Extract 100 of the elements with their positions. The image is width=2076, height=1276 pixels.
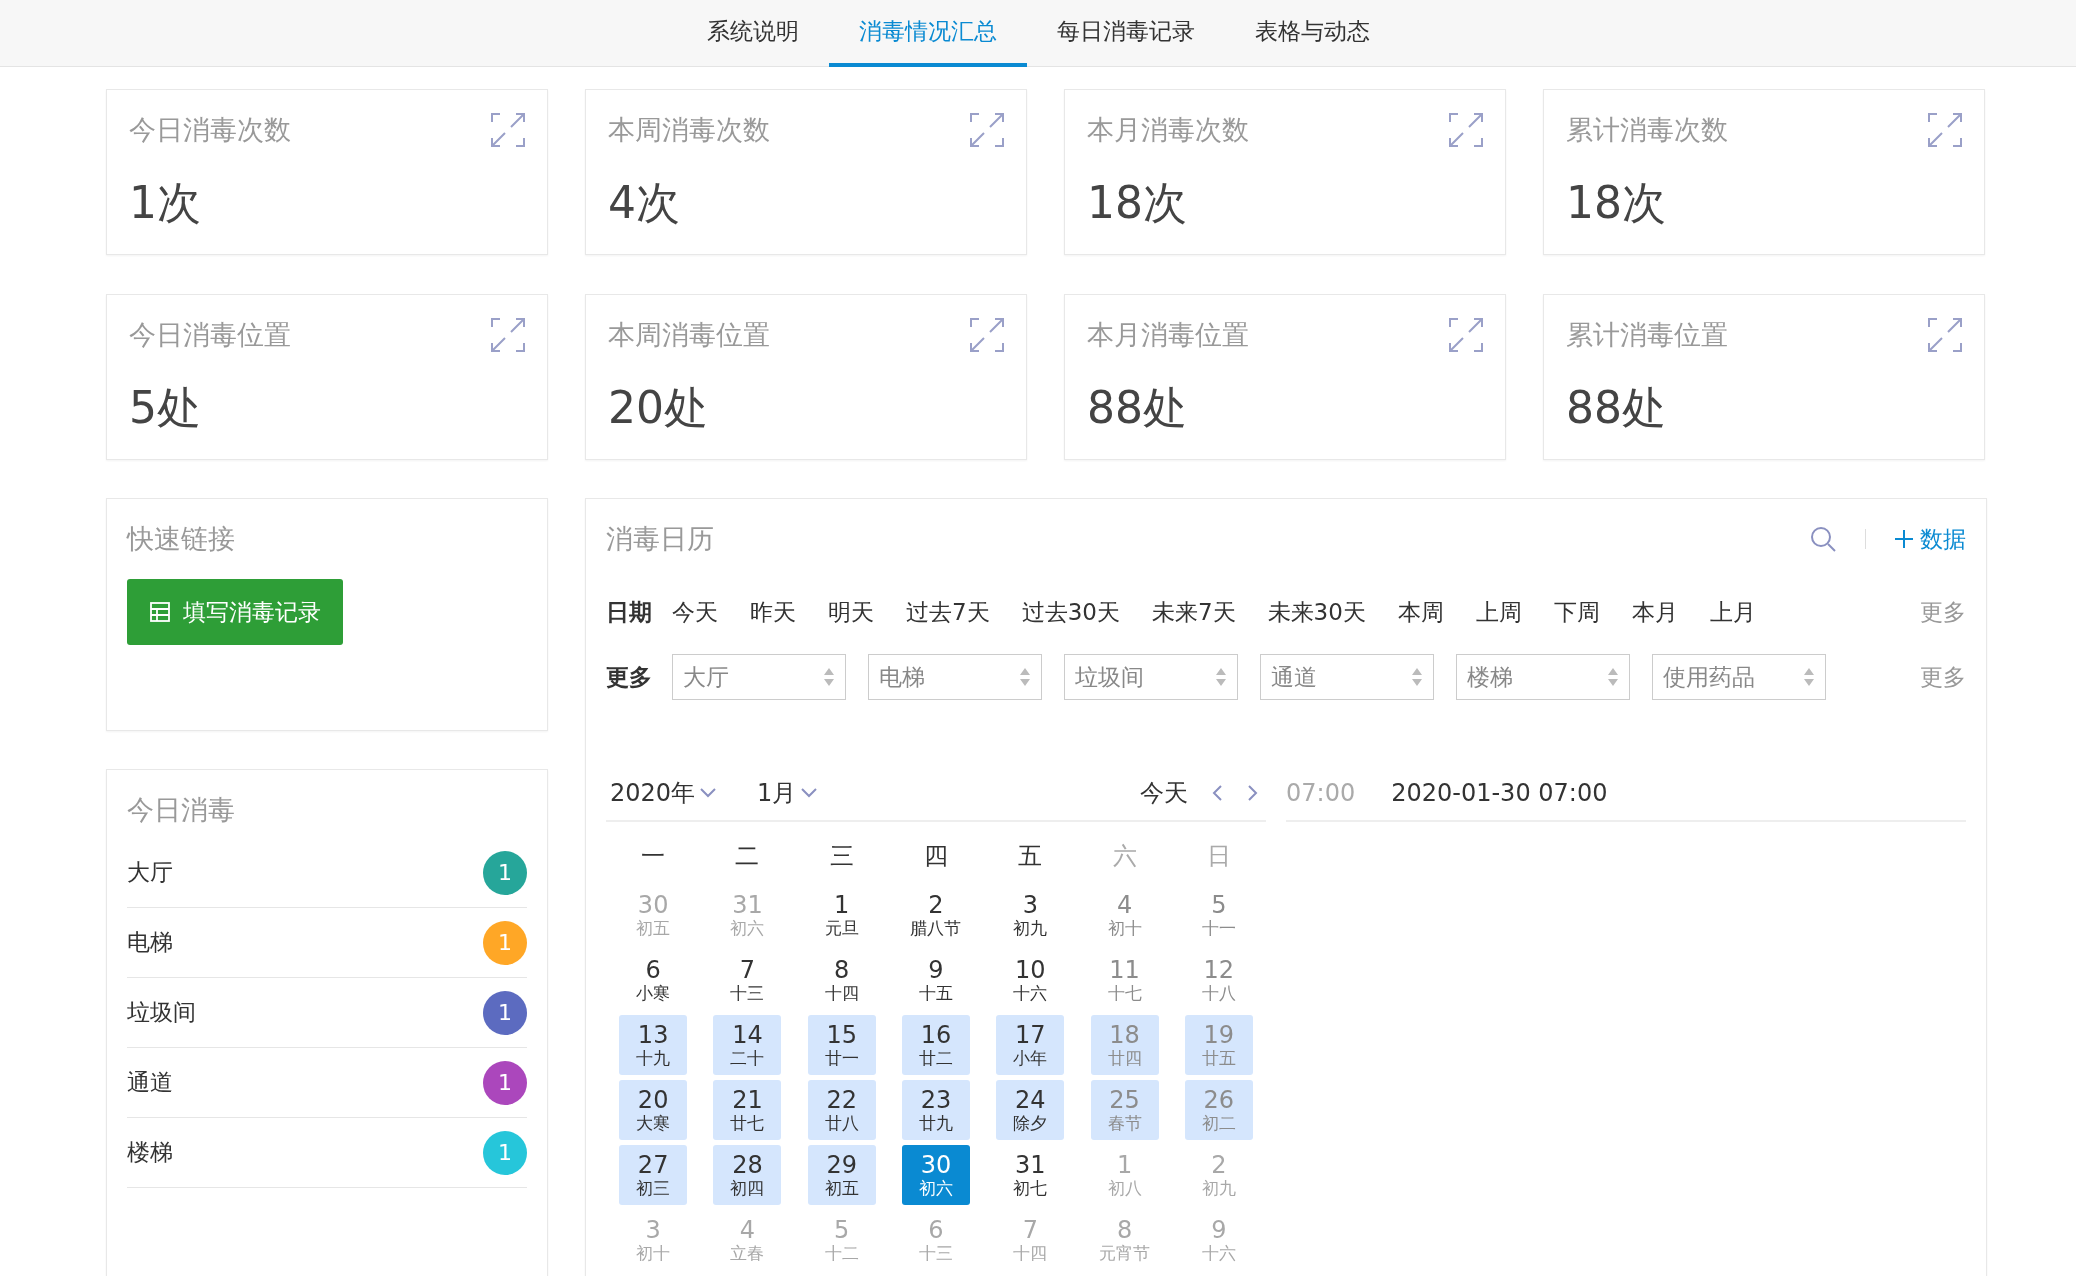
nav-tab[interactable]: 系统说明 xyxy=(676,0,829,67)
calendar-day[interactable]: 23 廿九 xyxy=(902,1080,970,1140)
calendar-day[interactable]: 21 廿七 xyxy=(713,1080,782,1140)
calendar-day[interactable]: 13 十九 xyxy=(619,1015,688,1075)
expand-icon[interactable] xyxy=(1928,318,1962,352)
location-name: 电梯 xyxy=(127,928,173,957)
calendar-day[interactable]: 28 初四 xyxy=(713,1145,782,1205)
sort-arrows-icon xyxy=(1803,666,1815,688)
select-field[interactable]: 通道 xyxy=(1260,654,1434,700)
date-option[interactable]: 上月 xyxy=(1709,597,1756,628)
expand-icon[interactable] xyxy=(491,318,525,352)
date-option[interactable]: 下周 xyxy=(1553,597,1600,628)
sort-arrows-icon xyxy=(1019,666,1031,688)
calendar-day[interactable]: 7 十三 xyxy=(713,950,782,1010)
count-badge: 1 xyxy=(483,850,527,895)
location-name: 垃圾间 xyxy=(127,998,196,1027)
calendar-day[interactable]: 17 小年 xyxy=(996,1015,1065,1075)
date-option[interactable]: 未来7天 xyxy=(1151,597,1236,628)
year-picker[interactable]: 2020年 xyxy=(610,777,718,809)
table-icon xyxy=(149,601,171,623)
calendar-day[interactable]: 11 十七 xyxy=(1090,950,1159,1010)
filter-label: 更多 xyxy=(606,662,652,692)
select-field[interactable]: 楼梯 xyxy=(1456,654,1630,700)
weekday-label: 三 xyxy=(828,841,855,872)
calendar-day[interactable]: 31 初七 xyxy=(996,1145,1065,1205)
expand-icon[interactable] xyxy=(970,318,1004,352)
card-title: 快速链接 xyxy=(127,523,235,554)
select-field[interactable]: 电梯 xyxy=(868,654,1042,700)
add-data-link[interactable]: 数据 xyxy=(1894,523,1966,555)
select-field[interactable]: 垃圾间 xyxy=(1064,654,1238,700)
expand-icon[interactable] xyxy=(491,113,525,147)
calendar-day[interactable]: 10 十六 xyxy=(996,950,1065,1010)
date-option[interactable]: 未来30天 xyxy=(1267,597,1366,628)
select-field[interactable]: 大厅 xyxy=(672,654,846,700)
plus-icon xyxy=(1894,529,1914,549)
location-name: 大厅 xyxy=(127,858,173,887)
stat-value: 20处 xyxy=(608,381,709,435)
nav-tab[interactable]: 消毒情况汇总 xyxy=(828,0,1027,67)
weekday-label: 五 xyxy=(1017,841,1044,872)
select-field[interactable]: 使用药品 xyxy=(1652,654,1826,700)
calendar-day[interactable]: 29 初五 xyxy=(807,1145,876,1205)
calendar-day[interactable]: 16 廿二 xyxy=(902,1015,970,1075)
search-icon[interactable] xyxy=(1809,525,1837,553)
weekday-label: 四 xyxy=(923,841,949,872)
stat-value: 18次 xyxy=(1566,176,1667,230)
calendar-day[interactable]: 30 初六 xyxy=(902,1145,970,1205)
expand-icon[interactable] xyxy=(1449,318,1483,352)
stat-value: 1次 xyxy=(129,176,202,230)
location-name: 楼梯 xyxy=(127,1138,173,1167)
location-name: 通道 xyxy=(127,1068,173,1097)
stat-value: 4次 xyxy=(608,176,681,230)
date-option[interactable]: 过去30天 xyxy=(1021,597,1120,628)
count-badge: 1 xyxy=(483,920,527,965)
sort-arrows-icon xyxy=(1607,666,1619,688)
calendar-day[interactable]: 12 十八 xyxy=(1184,950,1253,1010)
calendar-day[interactable]: 1 元旦 xyxy=(807,885,876,945)
date-option[interactable]: 今天 xyxy=(672,597,718,628)
calendar-day[interactable]: 9 十五 xyxy=(902,950,970,1010)
weekday-label: 一 xyxy=(640,841,667,872)
stat-value: 18次 xyxy=(1087,176,1188,230)
calendar-day[interactable]: 6 小寒 xyxy=(619,950,688,1010)
sort-arrows-icon xyxy=(823,666,835,688)
weekday-label: 二 xyxy=(734,841,761,872)
card-title: 今日消毒 xyxy=(127,794,235,825)
count-badge: 1 xyxy=(483,1130,527,1175)
calendar-day[interactable]: 5 十一 xyxy=(1184,885,1253,945)
date-option[interactable]: 本月 xyxy=(1631,597,1678,628)
date-option[interactable]: 昨天 xyxy=(750,597,796,628)
sort-arrows-icon xyxy=(1215,666,1227,688)
calendar-day[interactable]: 20 大寒 xyxy=(619,1080,688,1140)
stat-title: 本周消毒位置 xyxy=(608,318,770,352)
calendar-day[interactable]: 22 廿八 xyxy=(807,1080,876,1140)
stat-title: 本月消毒次数 xyxy=(1087,113,1249,147)
date-option[interactable]: 本周 xyxy=(1397,597,1444,628)
calendar-day[interactable]: 24 除夕 xyxy=(996,1080,1065,1140)
weekday-label: 六 xyxy=(1111,841,1138,872)
nav-tab[interactable]: 每日消毒记录 xyxy=(1026,0,1225,67)
calendar-day[interactable]: 2 腊八节 xyxy=(902,885,970,945)
date-option[interactable]: 上周 xyxy=(1475,597,1522,628)
date-option[interactable]: 过去7天 xyxy=(906,597,990,628)
nav-tab[interactable]: 表格与动态 xyxy=(1224,0,1400,67)
date-option[interactable]: 明天 xyxy=(828,597,874,628)
expand-icon[interactable] xyxy=(970,113,1004,147)
month-picker[interactable]: 1月 xyxy=(757,777,819,809)
today-button[interactable]: 今天 xyxy=(1134,776,1194,810)
stat-title: 累计消毒次数 xyxy=(1566,113,1728,147)
stat-title: 今日消毒次数 xyxy=(129,113,291,147)
calendar-day[interactable]: 27 初三 xyxy=(619,1145,688,1205)
calendar-day[interactable]: 8 十四 xyxy=(807,950,876,1010)
calendar-day[interactable]: 4 初十 xyxy=(1090,885,1159,945)
expand-icon[interactable] xyxy=(1449,113,1483,147)
expand-icon[interactable] xyxy=(1928,113,1962,147)
calendar-day[interactable]: 3 初九 xyxy=(996,885,1065,945)
calendar-day[interactable]: 15 廿一 xyxy=(807,1015,876,1075)
calendar-day[interactable]: 14 二十 xyxy=(713,1015,782,1075)
stat-title: 今日消毒位置 xyxy=(129,318,291,352)
stat-value: 5处 xyxy=(129,381,202,435)
filter-label: 日期 xyxy=(606,598,652,627)
count-badge: 1 xyxy=(483,990,527,1035)
stat-value: 88处 xyxy=(1087,381,1188,435)
